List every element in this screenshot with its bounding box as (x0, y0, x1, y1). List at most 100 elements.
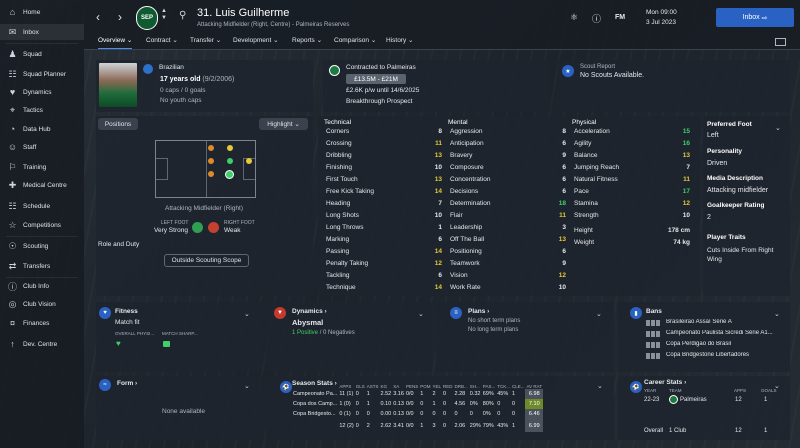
sidebar-item-dynamics[interactable]: ♥ Dynamics (0, 84, 84, 100)
attribute-value: 8 (562, 128, 566, 135)
finances-icon: ¤ (9, 318, 15, 328)
attribute-row[interactable]: Dribbling 13 (326, 152, 442, 159)
club-crest[interactable]: SEP (136, 6, 158, 30)
sidebar-item-squad-planner[interactable]: ☷ Squad Planner (0, 66, 84, 82)
attribute-row[interactable]: Long Shots 10 (326, 212, 442, 219)
value-badge[interactable]: £13.5M - £21M (346, 74, 406, 84)
attribute-row[interactable]: Tackling 6 (326, 272, 442, 279)
sidebar-item-training[interactable]: ⚐ Training (0, 159, 84, 175)
attribute-row[interactable]: Acceleration 15 (574, 128, 690, 135)
positions-tab[interactable]: Positions (98, 118, 138, 130)
tab-overview[interactable]: Overview ⌄ (98, 35, 133, 49)
attribute-row[interactable]: Composure 6 (450, 164, 566, 171)
table-row[interactable]: Campeonato Pa... 11 (1) 0 1 2.52 3.16 0/0 1 2 0 2.… (292, 389, 544, 399)
highlight-dropdown[interactable]: Highlight ⌄ (259, 118, 308, 130)
back-icon[interactable]: ‹ (96, 10, 100, 24)
sidebar-item-dev-centre[interactable]: ↑ Dev. Centre (0, 336, 84, 352)
sidebar-item-scouting[interactable]: ☉ Scouting (0, 238, 84, 254)
scouting-scope-button[interactable]: Outside Scouting Scope (164, 254, 249, 267)
fitness-title[interactable]: Fitness (115, 308, 138, 315)
tab-reports[interactable]: Reports ⌄ (292, 35, 322, 49)
attribute-row[interactable]: Heading 7 (326, 200, 442, 207)
attribute-row[interactable]: Crossing 11 (326, 140, 442, 147)
attribute-row[interactable]: Positioning 6 (450, 248, 566, 255)
attribute-row[interactable]: Work Rate 10 (450, 284, 566, 291)
game-date[interactable]: Mon 09:00 3 Jul 2023 (646, 9, 677, 26)
attribute-row[interactable]: Passing 14 (326, 248, 442, 255)
chevron-down-icon[interactable]: ⌄ (244, 382, 250, 390)
sidebar-item-medical-centre[interactable]: ✚ Medical Centre (0, 177, 84, 193)
chevron-down-icon[interactable]: ⌄ (418, 310, 424, 318)
inbox-continue-button[interactable]: Inbox ⇨ (716, 8, 794, 27)
attribute-row[interactable]: Vision 12 (450, 272, 566, 279)
sidebar-item-club-info[interactable]: ⓘ Club Info (0, 278, 84, 294)
sidebar-item-staff[interactable]: ☺ Staff (0, 139, 84, 155)
attribute-row[interactable]: Technique 14 (326, 284, 442, 291)
sidebar-item-tactics[interactable]: ⌖ Tactics (0, 102, 84, 118)
sidebar-item-squad[interactable]: ♟ Squad (0, 46, 84, 62)
fm-logo-icon[interactable]: FM (615, 14, 625, 21)
sidebar-item-data-hub[interactable]: ◔ Data Hub (0, 121, 84, 137)
attribute-row[interactable]: Marking 6 (326, 236, 442, 243)
attribute-row[interactable]: Bravery 9 (450, 152, 566, 159)
attribute-row[interactable]: Corners 8 (326, 128, 442, 135)
attribute-row[interactable]: Agility 16 (574, 140, 690, 147)
tab-transfer[interactable]: Transfer ⌄ (190, 35, 221, 49)
table-row[interactable]: 12 (2) 0 2 2.62 3.41 0/0 1 3 0 2.06 29% 79% 43% 1 6.99 (292, 419, 544, 432)
tab-label: Comparison (334, 37, 370, 44)
sidebar-item-competitions[interactable]: ☆ Competitions (0, 217, 84, 233)
attribute-row[interactable]: Balance 13 (574, 152, 690, 159)
table-row[interactable]: Copa Bridgesto... 0 (1) 0 0 0.00 0.13 0/0 0 0 0 0 0… (292, 409, 544, 419)
attribute-row[interactable]: Determination 18 (450, 200, 566, 207)
attribute-row[interactable]: First Touch 13 (326, 176, 442, 183)
attribute-row[interactable]: Aggression 8 (450, 128, 566, 135)
plans-title[interactable]: Plans › (468, 308, 489, 315)
attribute-row[interactable]: Concentration 6 (450, 176, 566, 183)
sidebar-item-club-vision[interactable]: ◎ Club Vision (0, 296, 84, 312)
career-stats-title[interactable]: Career Stats › (644, 379, 686, 386)
players-icon[interactable]: ⚛ (570, 12, 578, 23)
sidebar-item-home[interactable]: ⌂ Home (0, 4, 84, 20)
plans-panel: ≡ Plans › No short term plans No long te… (436, 302, 614, 372)
career-team[interactable]: Palmeiras (680, 397, 707, 403)
attribute-row[interactable]: Free Kick Taking 14 (326, 188, 442, 195)
chevron-down-icon[interactable]: ⌄ (244, 310, 250, 318)
sidebar-item-inbox[interactable]: ✉ Inbox (0, 24, 84, 40)
attribute-row[interactable]: Long Throws 1 (326, 224, 442, 231)
attribute-row[interactable]: Leadership 3 (450, 224, 566, 231)
attribute-row[interactable]: Jumping Reach 7 (574, 164, 690, 171)
chevron-down-icon[interactable]: ⌄ (774, 310, 780, 318)
chevron-down-icon[interactable]: ⌄ (775, 124, 781, 132)
tab-comparison[interactable]: Comparison ⌄ (334, 35, 376, 49)
attribute-row[interactable]: Teamwork 9 (450, 260, 566, 267)
dynamics-title[interactable]: Dynamics › (292, 308, 327, 315)
tab-history[interactable]: History ⌄ (386, 35, 414, 49)
sidebar-item-schedule[interactable]: ☷ Schedule (0, 198, 84, 214)
tab-development[interactable]: Development ⌄ (233, 35, 279, 49)
attribute-row[interactable]: Natural Fitness 11 (574, 176, 690, 183)
help-icon[interactable]: ⓘ (592, 12, 601, 25)
sidebar-item-transfers[interactable]: ⇄ Transfers (0, 258, 84, 274)
screen-icon[interactable] (775, 38, 786, 46)
player-switch-icon[interactable]: ▲ ▼ (161, 8, 167, 22)
attribute-row[interactable]: Finishing 10 (326, 164, 442, 171)
chevron-down-icon[interactable]: ⌄ (597, 382, 603, 390)
sidebar-item-finances[interactable]: ¤ Finances (0, 315, 84, 331)
bans-title[interactable]: Bans (646, 308, 662, 315)
search-icon[interactable]: ⚲ (179, 10, 186, 21)
attribute-row[interactable]: Pace 17 (574, 188, 690, 195)
chevron-down-icon[interactable]: ⌄ (596, 310, 602, 318)
attribute-row[interactable]: Stamina 12 (574, 200, 690, 207)
tab-contract[interactable]: Contract ⌄ (146, 35, 178, 49)
attribute-name: Determination (450, 200, 491, 207)
attribute-row[interactable]: Flair 11 (450, 212, 566, 219)
form-title[interactable]: Form › (117, 380, 137, 387)
role-duty-label[interactable]: Role and Duty (98, 241, 139, 248)
forward-icon[interactable]: › (118, 10, 122, 24)
attribute-row[interactable]: Penalty Taking 12 (326, 260, 442, 267)
attribute-row[interactable]: Anticipation 6 (450, 140, 566, 147)
table-row[interactable]: Copa dos Camp... 1 (0) 0 1 0.10 0.13 0/0 0 1 0 4.5… (292, 399, 544, 409)
attribute-row[interactable]: Decisions 6 (450, 188, 566, 195)
attribute-row[interactable]: Off The Ball 13 (450, 236, 566, 243)
attribute-row[interactable]: Strength 10 (574, 212, 690, 219)
